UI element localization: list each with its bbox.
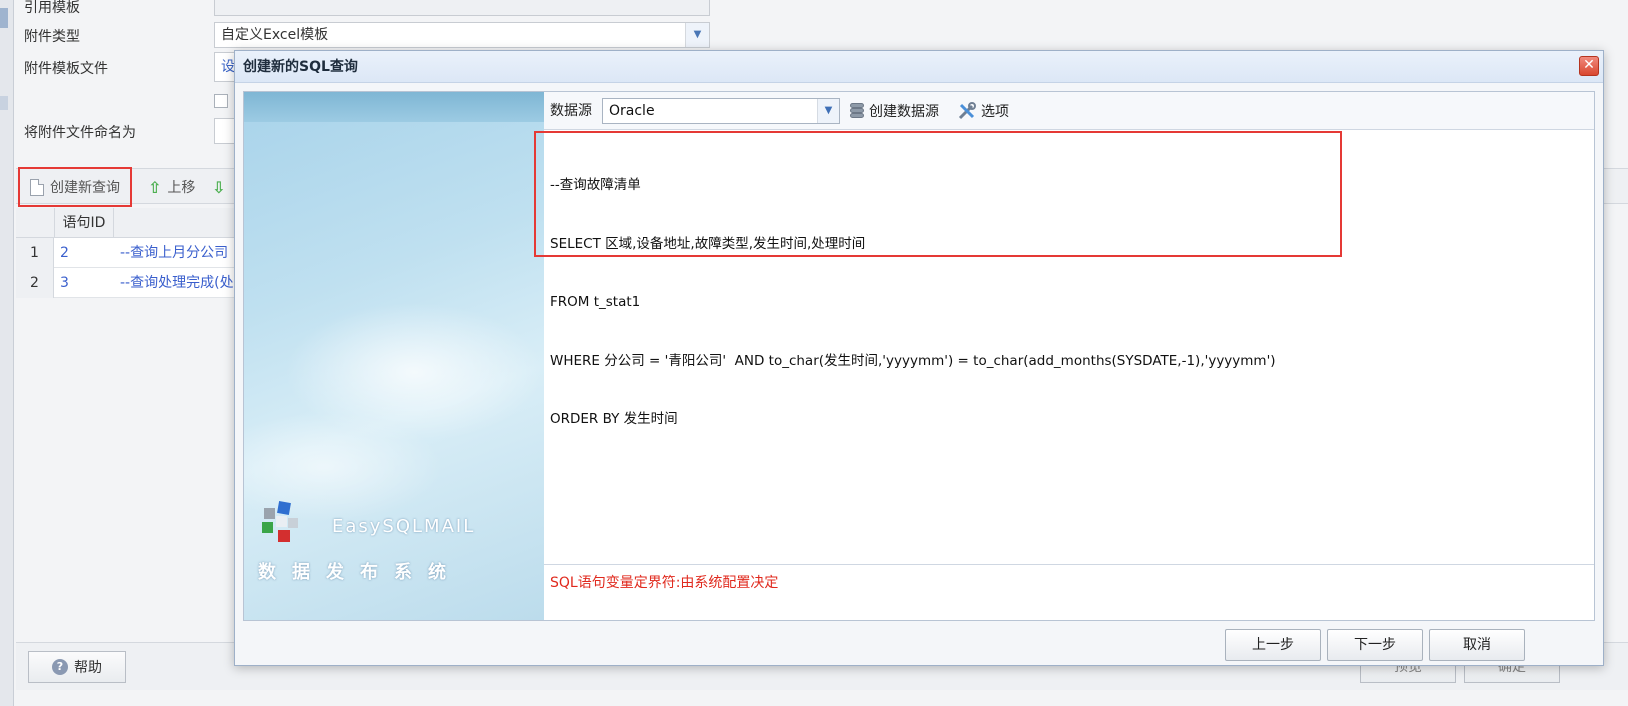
create-datasource-label: 创建数据源 xyxy=(869,104,939,120)
sql-line: SELECT 区域,设备地址,故障类型,发生时间,处理时间 xyxy=(550,235,866,252)
move-up-button[interactable]: ⇧ 上移 xyxy=(142,169,195,205)
sql-line: FROM t_stat1 xyxy=(550,294,641,310)
create-query-button[interactable]: 创建新查询 xyxy=(18,167,132,207)
move-down-button[interactable]: ⇩ xyxy=(212,169,225,205)
arrow-down-icon: ⇩ xyxy=(212,177,226,197)
chevron-down-icon: ▼ xyxy=(685,23,709,47)
label-attach-type: 附件类型 xyxy=(24,29,80,45)
help-button[interactable]: ? 帮助 xyxy=(28,651,126,683)
dialog-body: EasySQLMAIL 数据发布系统 数据源 Oracle ▼ 创建数据源 选项… xyxy=(243,91,1595,621)
cancel-button[interactable]: 取消 xyxy=(1429,629,1525,661)
hint-bar: SQL语句变量定界符:由系统配置决定 xyxy=(544,564,1594,600)
template-file-value: 设 xyxy=(221,59,235,75)
brand-subtitle: 数据发布系统 xyxy=(258,562,462,583)
datasource-bar: 数据源 Oracle ▼ 创建数据源 选项 xyxy=(544,92,1594,130)
label-attach-template-file: 附件模板文件 xyxy=(24,61,108,77)
options-button[interactable]: 选项 xyxy=(958,92,1009,130)
row-number: 1 xyxy=(16,238,54,268)
sql-editor[interactable]: --查询故障清单 SELECT 区域,设备地址,故障类型,发生时间,处理时间 F… xyxy=(534,131,1594,563)
create-query-label: 创建新查询 xyxy=(50,180,120,196)
row-sql[interactable]: --查询处理完成(处 xyxy=(120,268,236,298)
attach-type-select[interactable]: 自定义Excel模板 ▼ xyxy=(214,22,710,48)
move-up-label: 上移 xyxy=(167,180,196,196)
new-document-icon xyxy=(30,178,44,196)
side-banner: EasySQLMAIL 数据发布系统 xyxy=(244,92,544,620)
row-id[interactable]: 3 xyxy=(60,268,69,298)
options-label: 选项 xyxy=(981,104,1009,120)
table-row[interactable]: 2 3 --查询处理完成(处 xyxy=(16,268,236,298)
dialog-footer: 上一步 下一步 取消 xyxy=(235,629,1603,667)
attach-type-value: 自定义Excel模板 xyxy=(221,27,329,43)
help-label: 帮助 xyxy=(74,660,102,676)
strip-marker xyxy=(0,8,8,28)
sql-text[interactable]: --查询故障清单 SELECT 区域,设备地址,故障类型,发生时间,处理时间 F… xyxy=(550,137,1276,469)
table-header: 语句ID xyxy=(16,208,236,238)
datasource-value: Oracle xyxy=(609,103,655,119)
sql-line: --查询故障清单 xyxy=(550,177,641,193)
datasource-label: 数据源 xyxy=(550,103,592,119)
table-row[interactable]: 1 2 --查询上月分公司 xyxy=(16,238,236,268)
attach-checkbox[interactable] xyxy=(214,94,228,108)
row-number: 2 xyxy=(16,268,54,298)
help-icon: ? xyxy=(52,659,68,675)
row-sql[interactable]: --查询上月分公司 xyxy=(120,238,236,268)
next-step-button[interactable]: 下一步 xyxy=(1327,629,1423,661)
dialog-titlebar: 创建新的SQL查询 ✕ xyxy=(235,51,1603,83)
ref-template-field[interactable] xyxy=(214,0,710,16)
banner-top-band xyxy=(244,92,544,122)
chevron-down-icon: ▼ xyxy=(817,99,839,123)
brand-logo-icon xyxy=(262,501,298,542)
strip-marker xyxy=(0,96,8,110)
arrow-up-icon: ⇧ xyxy=(148,177,162,197)
tools-icon xyxy=(958,102,976,120)
column-header-id: 语句ID xyxy=(54,208,114,238)
row-id[interactable]: 2 xyxy=(60,238,69,268)
query-table: 语句ID 1 2 --查询上月分公司 2 3 --查询处理完成(处 xyxy=(16,208,236,298)
database-icon xyxy=(850,103,864,119)
sql-line: WHERE 分公司 = '青阳公司' AND to_char(发生时间,'yyy… xyxy=(550,352,1276,369)
label-rename-attach: 将附件文件命名为 xyxy=(24,125,136,141)
close-button[interactable]: ✕ xyxy=(1579,56,1599,76)
sql-line: ORDER BY 发生时间 xyxy=(550,411,678,427)
brand-name: EasySQLMAIL xyxy=(332,516,476,537)
dialog-title: 创建新的SQL查询 xyxy=(243,59,358,75)
label-ref-template: 引用模板 xyxy=(24,0,80,16)
prev-step-button[interactable]: 上一步 xyxy=(1225,629,1321,661)
close-icon: ✕ xyxy=(1583,57,1595,73)
create-sql-query-dialog: 创建新的SQL查询 ✕ EasySQLMAIL 数据发布系统 数据源 Oracl… xyxy=(234,50,1604,666)
create-datasource-button[interactable]: 创建数据源 xyxy=(850,92,939,130)
datasource-select[interactable]: Oracle ▼ xyxy=(602,98,840,124)
editor-area: 数据源 Oracle ▼ 创建数据源 选项 --查询故障清单 SELECT 区域… xyxy=(534,92,1594,620)
left-strip xyxy=(0,0,14,706)
delimiter-hint: SQL语句变量定界符:由系统配置决定 xyxy=(550,575,779,591)
brand-block: EasySQLMAIL xyxy=(258,500,538,550)
